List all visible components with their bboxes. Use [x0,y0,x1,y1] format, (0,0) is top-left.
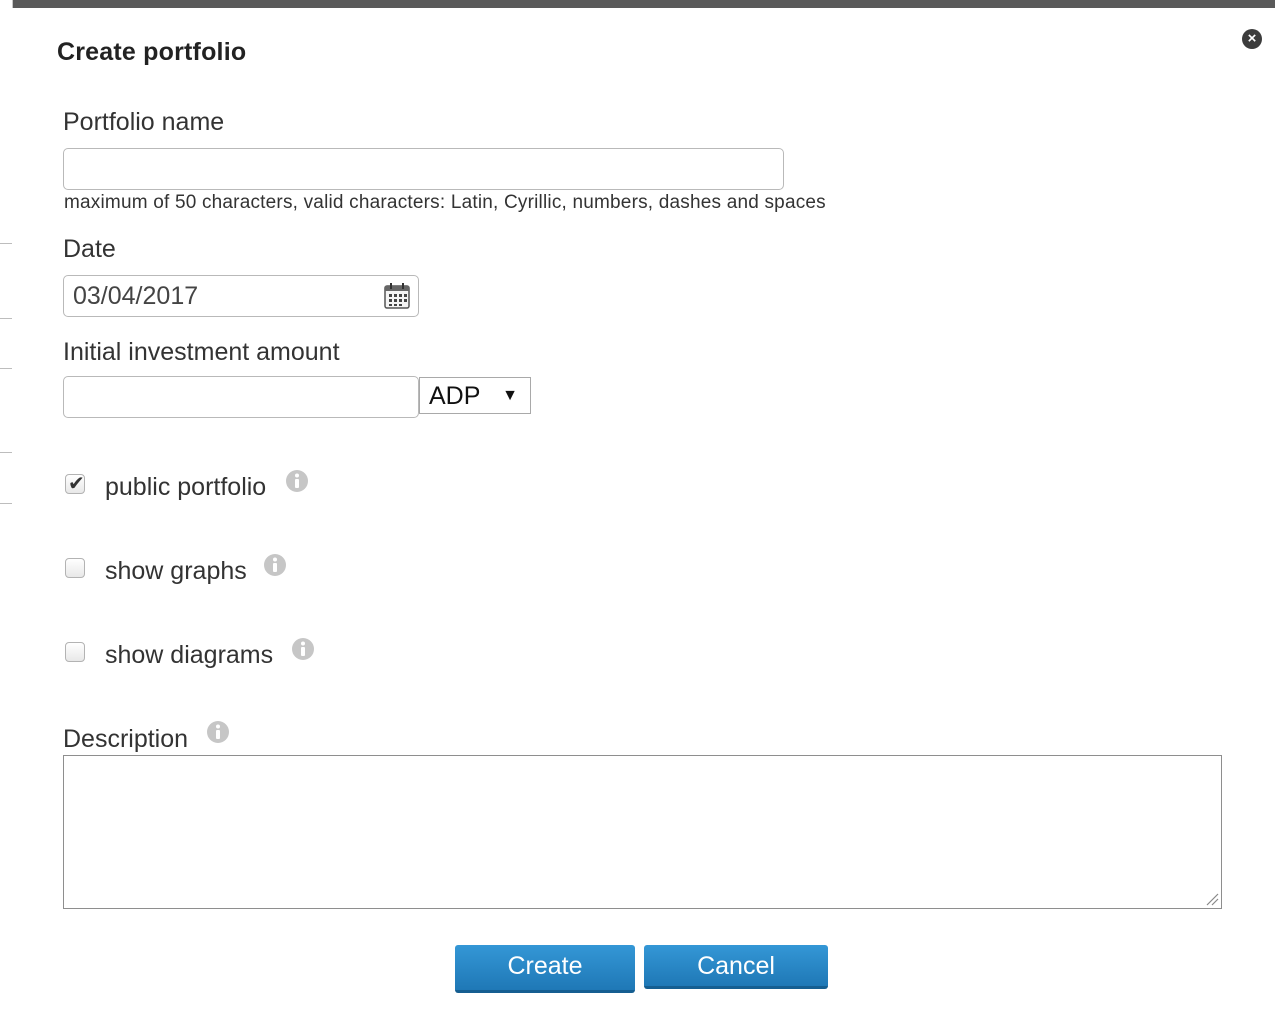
public-portfolio-checkbox[interactable]: ✔ [65,471,85,495]
date-value: 03/04/2017 [73,282,199,310]
create-portfolio-dialog: Create portfolio × Portfolio name maximu… [12,8,1275,1021]
description-textarea[interactable] [63,755,1222,909]
date-input[interactable]: 03/04/2017 [63,275,419,317]
cancel-button[interactable]: Cancel [644,945,828,989]
info-icon[interactable] [207,721,229,743]
initial-investment-input[interactable] [63,376,419,418]
info-icon[interactable] [292,638,314,660]
portfolio-name-input[interactable] [63,148,784,190]
initial-investment-label: Initial investment amount [63,338,340,366]
show-graphs-checkbox[interactable] [65,558,85,578]
portfolio-name-label: Portfolio name [63,108,225,136]
create-button[interactable]: Create [455,945,635,993]
create-button-label: Create [507,952,583,980]
show-diagrams-checkbox[interactable] [65,642,85,662]
close-icon[interactable]: × [1242,29,1262,49]
info-icon[interactable] [286,470,308,492]
background-divider [0,243,12,244]
public-portfolio-label: public portfolio [105,473,267,501]
show-graphs-label: show graphs [105,557,247,585]
dialog-title: Create portfolio [57,38,247,66]
currency-select[interactable]: ADP ▼ [419,377,531,414]
info-icon[interactable] [264,554,286,576]
background-divider [0,503,12,504]
calendar-icon[interactable] [382,281,412,311]
cancel-button-label: Cancel [697,952,775,980]
background-divider [0,452,12,453]
checkmark-icon: ✔ [68,471,85,495]
show-diagrams-label: show diagrams [105,641,274,669]
background-divider [0,318,12,319]
currency-value: ADP [429,382,481,410]
portfolio-name-hint: maximum of 50 characters, valid characte… [64,192,826,213]
description-label: Description [63,725,189,753]
background-divider [0,368,12,369]
date-label: Date [63,235,116,263]
chevron-down-icon: ▼ [502,387,518,404]
resize-grip-icon[interactable] [1205,892,1219,906]
